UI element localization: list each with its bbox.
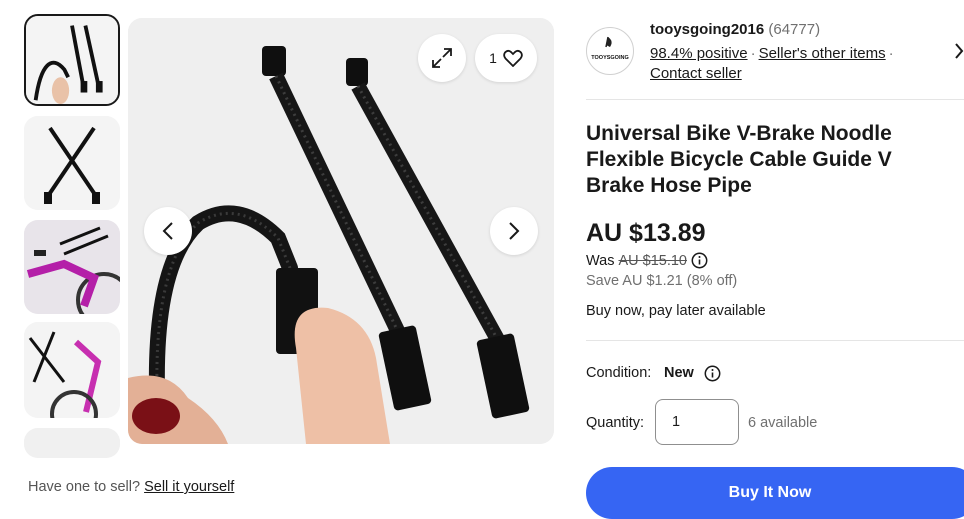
was-price: AU $15.10 (618, 252, 687, 269)
sell-it-yourself-link[interactable]: Sell it yourself (144, 479, 234, 495)
thumbnail-2[interactable] (24, 116, 120, 210)
quantity-label: Quantity: (586, 415, 645, 431)
pay-later-note: Buy now, pay later available (586, 303, 766, 319)
was-price-row: Was AU $15.10 (586, 252, 708, 269)
quantity-input[interactable] (655, 399, 739, 445)
thumbnail-1[interactable] (24, 14, 120, 106)
seller-logo-text: TOOYSGOING (591, 55, 629, 61)
seller-details-chevron[interactable] (954, 42, 964, 65)
savings-text: Save AU $1.21 (8% off) (586, 273, 738, 289)
seller-name-text[interactable]: tooysgoing2016 (650, 21, 764, 38)
divider (586, 340, 964, 341)
thumbnail-4[interactable] (24, 322, 120, 418)
heart-icon (503, 49, 523, 67)
sell-prompt: Have one to sell? Sell it yourself (28, 479, 234, 495)
product-title: Universal Bike V-Brake Noodle Flexible B… (586, 122, 892, 197)
current-price: AU $13.89 (586, 219, 706, 247)
separator-dot: · (888, 45, 894, 62)
previous-image-button[interactable] (144, 207, 192, 255)
buy-it-now-button[interactable]: Buy It Now (586, 467, 964, 519)
info-icon (704, 365, 721, 382)
seller-name[interactable]: tooysgoing2016 (64777) (650, 21, 820, 38)
seller-other-items-link[interactable]: Seller's other items (759, 45, 886, 62)
chevron-right-icon (955, 43, 964, 59)
condition-label: Condition: (586, 365, 652, 381)
seller-positive-link[interactable]: 98.4% positive (650, 45, 748, 62)
seller-logo[interactable]: TOOYSGOING (586, 27, 634, 75)
divider (586, 99, 964, 100)
seller-feedback-count: (64777) (768, 21, 821, 38)
condition-value: New (664, 365, 694, 381)
info-icon[interactable] (691, 252, 708, 269)
condition-info-button[interactable] (704, 365, 721, 387)
seller-logo-image: TOOYSGOING (591, 36, 629, 61)
chevron-right-icon (509, 222, 520, 240)
contact-seller-link[interactable]: Contact seller (650, 65, 742, 82)
was-label: Was (586, 252, 615, 269)
main-product-image[interactable]: 1 (128, 18, 554, 444)
watch-button[interactable]: 1 (475, 34, 537, 82)
expand-icon (432, 48, 452, 68)
thumbnail-3[interactable] (24, 220, 120, 314)
chevron-left-icon (162, 222, 173, 240)
separator-dot: · (750, 45, 756, 62)
available-count: 6 available (748, 415, 818, 431)
next-image-button[interactable] (490, 207, 538, 255)
buy-it-now-label: Buy It Now (728, 484, 812, 501)
sell-prompt-text: Have one to sell? (28, 479, 141, 495)
seller-links: 98.4% positive · Seller's other items · Con… (650, 44, 900, 84)
expand-button[interactable] (418, 34, 466, 82)
watch-count: 1 (489, 50, 497, 66)
thumbnail-5[interactable] (24, 428, 120, 458)
